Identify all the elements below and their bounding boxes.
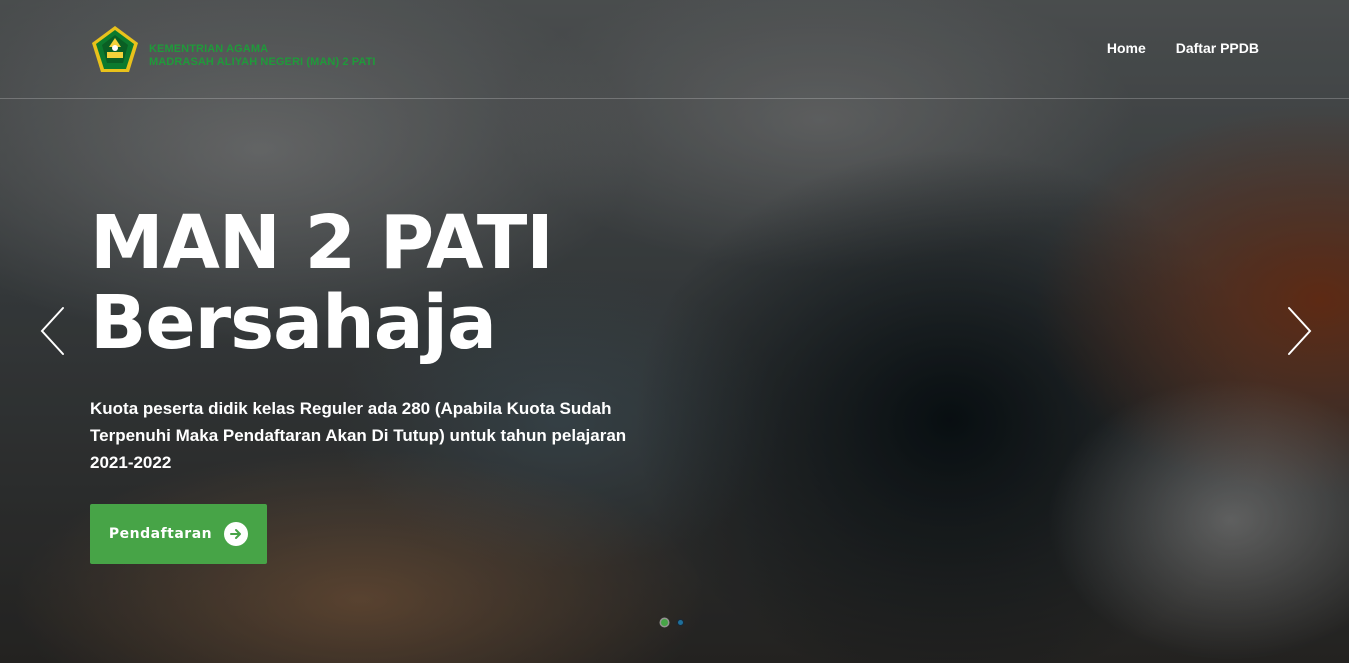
hero-title: MAN 2 PATI Bersahaja bbox=[90, 200, 554, 366]
brand-line-ministry: KEMENTRIAN AGAMA bbox=[149, 43, 269, 55]
chevron-left-icon[interactable] bbox=[38, 305, 68, 357]
carousel-dot-1[interactable] bbox=[661, 619, 668, 626]
arrow-right-circle-icon bbox=[224, 522, 249, 546]
pendaftaran-button[interactable]: Pendaftaran bbox=[90, 504, 267, 564]
hero-title-line2: Bersahaja bbox=[90, 280, 497, 366]
brand-text[interactable]: KEMENTRIAN AGAMA MADRASAH ALIYAH NEGERI … bbox=[149, 43, 376, 69]
chevron-right-icon[interactable] bbox=[1284, 305, 1314, 357]
brand-line-school: MADRASAH ALIYAH NEGERI (MAN) 2 PATI bbox=[149, 56, 376, 68]
carousel-indicators bbox=[661, 619, 683, 626]
hero-title-line1: MAN 2 PATI bbox=[90, 200, 554, 286]
pendaftaran-label: Pendaftaran bbox=[108, 526, 213, 542]
kemenag-emblem-icon[interactable] bbox=[90, 25, 140, 75]
site-header: KEMENTRIAN AGAMA MADRASAH ALIYAH NEGERI … bbox=[0, 0, 1349, 99]
hero-description: Kuota peserta didik kelas Reguler ada 28… bbox=[90, 399, 627, 472]
nav-daftar-ppdb[interactable]: Daftar PPDB bbox=[1176, 40, 1259, 56]
main-nav: Home Daftar PPDB bbox=[1107, 40, 1259, 56]
nav-home[interactable]: Home bbox=[1107, 40, 1146, 56]
carousel-dot-2[interactable] bbox=[678, 620, 683, 625]
